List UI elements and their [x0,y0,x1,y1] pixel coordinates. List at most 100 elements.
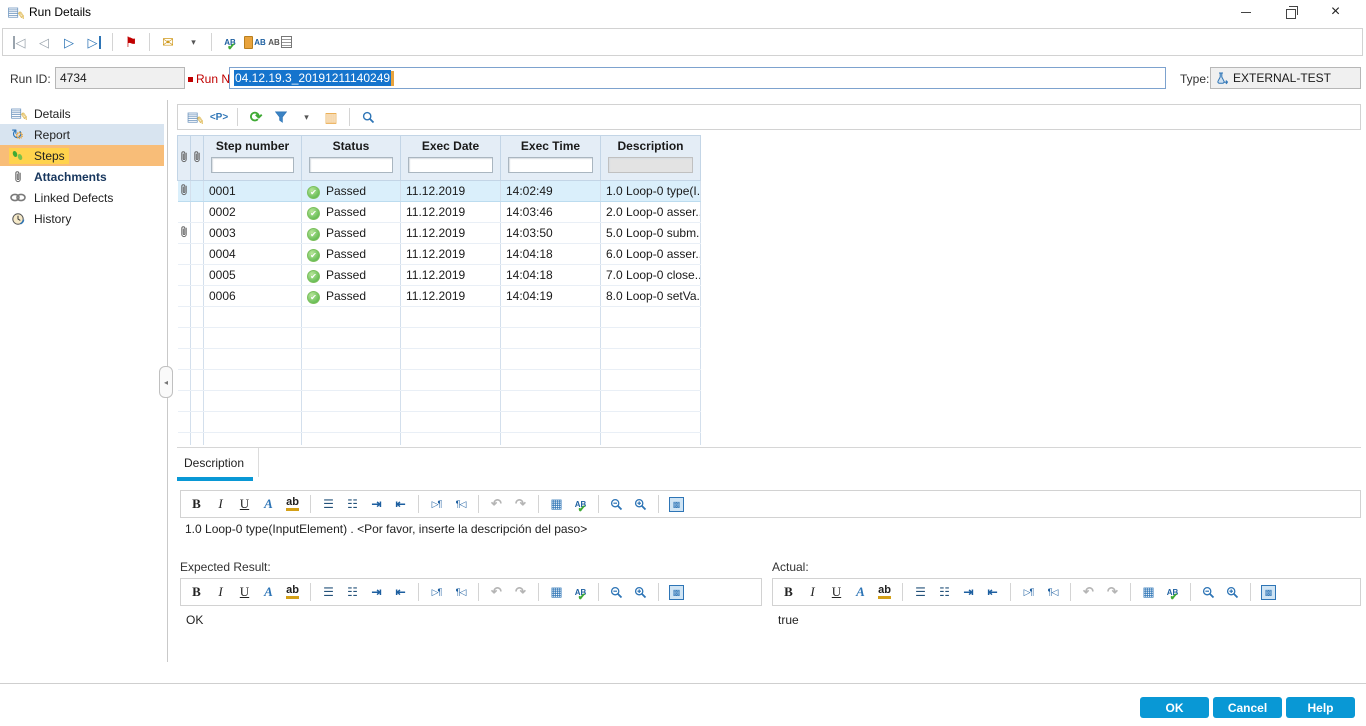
bold-button[interactable]: B [777,581,800,603]
zoom-out-button[interactable] [1197,581,1220,603]
zoom-out-button[interactable] [605,581,628,603]
tab-description[interactable]: Description [177,448,259,477]
minimize-button[interactable] [1223,1,1268,23]
step-row-0001[interactable]: 0001✔Passed11.12.201914:02:491.0 Loop-0 … [178,181,701,202]
numbered-list-button[interactable]: ☷ [341,581,364,603]
filter-input-status[interactable] [309,157,393,173]
column-header-exec-time[interactable]: Exec Time [501,136,601,157]
undo-button[interactable]: ↶ [1077,581,1100,603]
zoom-in-button[interactable] [629,581,652,603]
insert-table-button[interactable]: ▦ [545,581,568,603]
check-spelling-button[interactable]: AB✔ [218,31,242,53]
highlight-button[interactable]: ab [281,493,304,515]
step-row-0003[interactable]: 0003✔Passed11.12.201914:03:505.0 Loop-0 … [178,223,701,244]
thesaurus-button[interactable]: AB [268,31,292,53]
filter-input-step-number[interactable] [211,157,294,173]
column-header-step-number[interactable]: Step number [204,136,302,157]
undo-button[interactable]: ↶ [485,493,508,515]
spelling-options-button[interactable]: AB [243,31,267,53]
step-row-0006[interactable]: 0006✔Passed11.12.201914:04:198.0 Loop-0 … [178,286,701,307]
full-screen-button[interactable]: ▩ [665,493,688,515]
restore-button[interactable] [1268,1,1313,23]
underline-button[interactable]: U [825,581,848,603]
right-to-left-button[interactable]: ¶◁ [1041,581,1064,603]
increase-indent-button[interactable]: ⇥ [365,581,388,603]
insert-table-button[interactable]: ▦ [545,493,568,515]
font-color-button[interactable]: A [257,493,280,515]
run-name-field[interactable]: 04.12.19.3_20191211140249 [229,67,1166,89]
help-button[interactable]: Help [1286,697,1355,718]
check-spelling-button[interactable]: AB✔ [569,493,592,515]
right-to-left-button[interactable]: ¶◁ [449,493,472,515]
right-to-left-button[interactable]: ¶◁ [449,581,472,603]
undo-button[interactable]: ↶ [485,581,508,603]
zoom-in-button[interactable] [629,493,652,515]
step-row-0004[interactable]: 0004✔Passed11.12.201914:04:186.0 Loop-0 … [178,244,701,265]
full-screen-button[interactable]: ▩ [1257,581,1280,603]
redo-button[interactable]: ↷ [509,581,532,603]
full-screen-button[interactable]: ▩ [665,581,688,603]
bold-button[interactable]: B [185,581,208,603]
previous-item-button[interactable]: ◁ [32,31,56,53]
redo-button[interactable]: ↷ [509,493,532,515]
column-header-exec-date[interactable]: Exec Date [401,136,501,157]
step-details-button[interactable]: ▤✎ [182,106,206,128]
bulleted-list-button[interactable]: ☰ [909,581,932,603]
numbered-list-button[interactable]: ☷ [341,493,364,515]
numbered-list-button[interactable]: ☷ [933,581,956,603]
increase-indent-button[interactable]: ⇥ [365,493,388,515]
description-text[interactable]: 1.0 Loop-0 type(InputElement) . <Por fav… [185,522,587,536]
first-item-button[interactable]: ◁ [7,31,31,53]
actual-text[interactable]: true [778,613,799,627]
sidebar-item-details[interactable]: ▤✎Details [0,103,164,124]
sidebar-item-linked-defects[interactable]: Linked Defects [0,187,164,208]
italic-button[interactable]: I [209,581,232,603]
collapse-panel-handle[interactable]: ◂ [159,366,173,398]
zoom-out-button[interactable] [605,493,628,515]
refresh-button[interactable]: ⟳ [244,106,268,128]
font-color-button[interactable]: A [849,581,872,603]
attachment-column-header[interactable] [178,136,191,181]
insert-table-button[interactable]: ▦ [1137,581,1160,603]
decrease-indent-button[interactable]: ⇤ [389,493,412,515]
filter-button[interactable] [269,106,293,128]
sidebar-item-history[interactable]: History [0,208,164,229]
show-html-button[interactable]: <P> [207,106,231,128]
bulleted-list-button[interactable]: ☰ [317,493,340,515]
bold-button[interactable]: B [185,493,208,515]
column-header-status[interactable]: Status [302,136,401,157]
decrease-indent-button[interactable]: ⇤ [389,581,412,603]
find-button[interactable] [356,106,380,128]
column-header-description[interactable]: Description [601,136,701,157]
check-spelling-button[interactable]: AB✔ [569,581,592,603]
sidebar-item-report[interactable]: ↻⚙Report [0,124,164,145]
step-row-0005[interactable]: 0005✔Passed11.12.201914:04:187.0 Loop-0 … [178,265,701,286]
italic-button[interactable]: I [209,493,232,515]
sidebar-item-steps[interactable]: Steps [0,145,164,166]
left-to-right-button[interactable]: ▷¶ [1017,581,1040,603]
flag-for-follow-up-button[interactable]: ⚑ [119,31,143,53]
underline-button[interactable]: U [233,493,256,515]
font-color-button[interactable]: A [257,581,280,603]
zoom-in-button[interactable] [1221,581,1244,603]
close-button[interactable]: × [1313,1,1358,23]
expected-text[interactable]: OK [186,613,203,627]
ok-button[interactable]: OK [1140,697,1209,718]
filter-dropdown-button[interactable]: ▾ [294,106,318,128]
check-spelling-button[interactable]: AB✔ [1161,581,1184,603]
decrease-indent-button[interactable]: ⇤ [981,581,1004,603]
redo-button[interactable]: ↷ [1101,581,1124,603]
filter-input-exec-date[interactable] [408,157,493,173]
cancel-button[interactable]: Cancel [1213,697,1282,718]
highlight-button[interactable]: ab [281,581,304,603]
left-to-right-button[interactable]: ▷¶ [425,581,448,603]
attachment-column-header[interactable] [191,136,204,181]
highlight-button[interactable]: ab [873,581,896,603]
next-item-button[interactable]: ▷ [57,31,81,53]
bulleted-list-button[interactable]: ☰ [317,581,340,603]
step-row-0002[interactable]: 0002✔Passed11.12.201914:03:462.0 Loop-0 … [178,202,701,223]
italic-button[interactable]: I [801,581,824,603]
send-by-email-button[interactable]: ✉ [156,31,180,53]
underline-button[interactable]: U [233,581,256,603]
select-columns-button[interactable]: ▥ [319,106,343,128]
